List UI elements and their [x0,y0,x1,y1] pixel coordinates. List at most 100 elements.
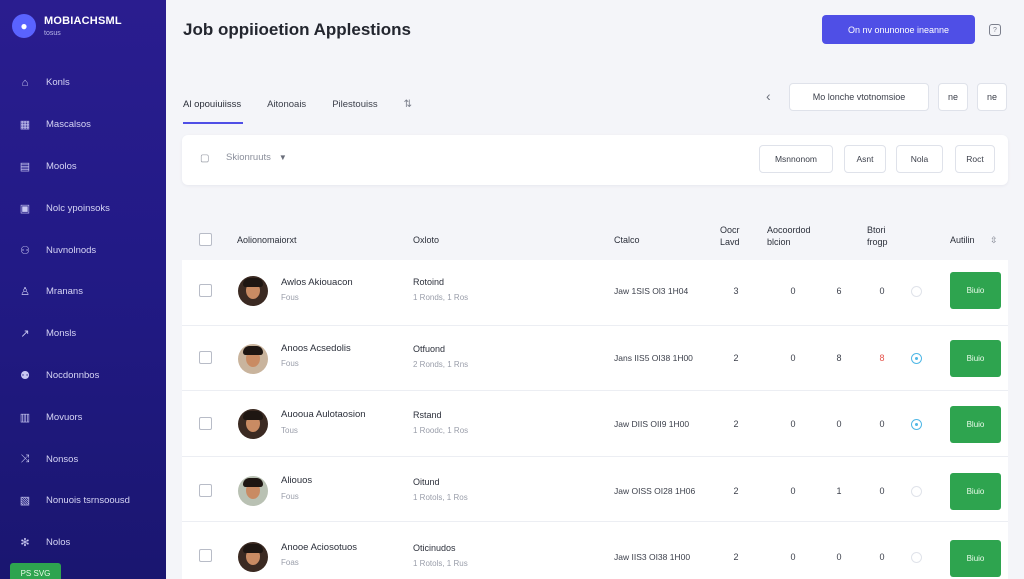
col-a-value: 2 [733,419,739,429]
header-col-c[interactable]: Btori frogp [867,224,888,248]
brand[interactable]: ● MOBIACHSML tosus [12,14,122,38]
status-text: Oitund [413,476,440,487]
row-action-button[interactable]: Biuio [950,540,1001,577]
table-row[interactable]: Auooua Aulotaosion Tous Rstand 1 Roodc, … [182,391,1008,457]
row-checkbox[interactable] [199,549,212,562]
filter-button-4[interactable]: Roct [955,145,995,173]
col-c-value: 1 [836,485,842,496]
brand-subtitle: tosus [44,30,61,37]
header-actions[interactable]: Autilin [950,234,975,246]
tab-all-applications[interactable]: Al opouiuiisss [183,96,244,124]
status-text: Rotoind [413,277,445,287]
sidebar-item-share[interactable]: ⤨ Nonsos [0,438,166,480]
select-all-checkbox[interactable] [199,233,212,246]
sidebar-badge[interactable]: PS SVG [10,563,61,579]
status-text: Otfuond [413,343,446,354]
filter-dropdown[interactable]: Skionruuts ▼ [226,152,287,163]
sidebar-item-label: Nuvnolnods [46,244,97,256]
sidebar-item-people[interactable]: ⚉ Nocdonnbos [0,355,166,397]
sidebar-item-calendar[interactable]: ▥ Movuors [0,396,166,438]
header-date[interactable]: Ctalco [614,234,640,246]
col-a-value: 2 [733,552,739,562]
col-b-value: 0 [790,485,796,496]
table-header: Aolionomaiorxt Oxloto Ctalco Oocr Lavd A… [182,214,1008,260]
col-c-value: 0 [836,419,842,429]
chart-icon: ↗ [20,328,30,341]
header-applicant[interactable]: Aolionomaiorxt [237,234,297,246]
users-icon: ⚇ [20,244,30,257]
sidebar-item-grid[interactable]: ▦ Mascalsos [0,104,166,146]
header-col-b[interactable]: Aocoordod blcion [767,224,811,248]
col-d-value: 0 [879,419,885,429]
toolbar-button-1[interactable]: ne [938,83,968,111]
briefcase-icon: ▣ [19,202,31,215]
row-checkbox[interactable] [199,350,212,364]
search-toolbar-button[interactable]: Mo lonche vtotnomsioe [789,83,929,111]
row-action-button[interactable]: Bluio [950,406,1001,443]
status-dot [911,286,922,297]
applicant-name[interactable]: Awlos Akiouacon [281,277,353,288]
row-checkbox[interactable] [199,483,212,497]
sidebar-item-applicants[interactable]: ⚇ Nuvnolnods [0,229,166,271]
row-action-button[interactable]: Biuio [950,339,1001,377]
filter-button-1[interactable]: Msnnonom [759,145,833,173]
status-sub: 1 Ronds, 1 Ros [413,293,469,302]
table-row[interactable]: Aliouos Fous Oitund 1 Rotols, 1 Ros Jaw … [182,456,1008,522]
filter-dropdown-label: Skionruuts [226,152,271,163]
status-sub: 1 Rotols, 1 Rus [413,559,468,568]
table-row[interactable]: Anooe Aciosotuos Foas Oticinudos 1 Rotol… [182,522,1008,579]
header-status[interactable]: Oxloto [413,234,439,246]
col-c-value: 8 [836,352,842,363]
sidebar-item-label: Movuors [46,411,83,423]
filter-button-3[interactable]: Nola [896,145,943,173]
applicant-sub: Fous [281,358,299,368]
col-d-value: 0 [879,286,885,296]
col-b-value: 0 [790,552,796,562]
row-checkbox[interactable] [199,284,212,297]
help-icon[interactable]: ? [989,24,1001,36]
toolbar-button-2[interactable]: ne [977,83,1007,111]
row-checkbox[interactable] [199,417,212,430]
tab-third[interactable]: Pilestouiss [332,96,377,124]
sidebar-item-reports[interactable]: ↗ Monsls [0,313,166,355]
sidebar-nav: ⌂ Konls ▦ Mascalsos ▤ Moolos ▣ Nolc ypoinsok… [0,62,166,564]
applicant-name[interactable]: Auooua Aulotaosion [281,409,366,420]
tab-second[interactable]: Aitonoais [267,96,306,124]
avatar [238,475,268,506]
brand-title: MOBIACHSML [44,15,122,27]
applicant-name[interactable]: Anoos Acsedolis [281,343,351,354]
chevron-down-icon: ▼ [278,153,287,162]
sort-icon[interactable]: ⇳ [990,234,998,246]
layers-icon: ▤ [19,160,31,173]
sidebar-item-settings[interactable]: ✻ Nolos [0,522,166,564]
primary-action-button[interactable]: On nv onunonoe ineanne [822,15,975,44]
filter-button-2[interactable]: Asnt [844,145,886,173]
row-action-button[interactable]: Biuio [950,272,1001,309]
table-row[interactable]: Anoos Acsedolis Fous Otfuond 2 Ronds, 1 … [182,325,1008,391]
date-cell: Jaw OISS OI28 1H06 [614,485,696,496]
sidebar-item-label: Moolos [46,160,77,172]
sidebar-item-jobs[interactable]: ▣ Nolc ypoinsoks [0,187,166,229]
row-action-button[interactable]: Biuio [950,472,1001,510]
date-cell: Jaw DIIS OII9 1H00 [614,419,690,429]
sidebar-item-user[interactable]: ♙ Mranans [0,271,166,313]
search-icon: ▢ [200,153,210,164]
filter-icon[interactable]: ⇅ [404,96,412,124]
sidebar-item-layers[interactable]: ▤ Moolos [0,146,166,188]
status-sub: 1 Roodc, 1 Ros [413,426,469,435]
col-b-value: 0 [790,419,796,429]
sidebar-item-home[interactable]: ⌂ Konls [0,62,166,104]
chevron-left-icon[interactable]: ‹ [766,88,771,104]
date-cell: Jans IIS5 OI38 1H00 [614,352,693,363]
sidebar-item-label: Nonuois tsrnsoousd [46,495,130,507]
sidebar-item-documents[interactable]: ▧ Nonuois tsrnsoousd [0,480,166,522]
applicant-name[interactable]: Anooe Aciosotuos [281,542,357,553]
col-c-value: 6 [836,286,842,296]
col-a-value: 2 [733,485,739,496]
header-col-a[interactable]: Oocr Lavd [720,224,740,248]
sidebar-item-label: Nolos [46,537,71,549]
status-sub: 1 Rotols, 1 Ros [413,492,468,502]
applicant-sub: Fous [281,293,299,302]
applicant-name[interactable]: Aliouos [281,475,312,486]
table-row[interactable]: Awlos Akiouacon Fous Rotoind 1 Ronds, 1 … [182,260,1008,326]
